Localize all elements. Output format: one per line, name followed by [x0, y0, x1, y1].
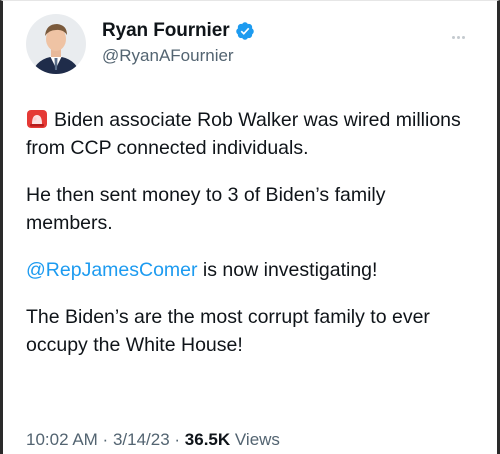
author-name[interactable]: Ryan Fournier [102, 20, 230, 42]
tweet-paragraph-1: Biden associate Rob Walker was wired mil… [26, 106, 466, 162]
meta-separator: · [169, 430, 185, 449]
meta-separator: · [97, 430, 113, 449]
views-count[interactable]: 36.5K [185, 430, 230, 449]
tweet-time[interactable]: 10:02 AM [26, 430, 98, 449]
tweet-line-2: He then sent money to 3 of Biden’s famil… [26, 184, 386, 234]
tweet-paragraph-2: He then sent money to 3 of Biden’s famil… [26, 181, 466, 237]
tweet-text: Biden associate Rob Walker was wired mil… [26, 106, 466, 378]
tweet-paragraph-4: The Biden’s are the most corrupt family … [26, 303, 466, 359]
tweet-meta: 10:02 AM · 3/14/23 · 36.5K Views [26, 430, 280, 450]
author-name-row[interactable]: Ryan Fournier [102, 19, 255, 43]
tweet-header: Ryan Fournier @RyanAFournier [26, 12, 476, 82]
tweet-line-4: The Biden’s are the most corrupt family … [26, 306, 430, 356]
tweet-line-3: is now investigating! [197, 259, 378, 281]
tweet-paragraph-3: @RepJamesComer is now investigating! [26, 256, 466, 284]
tweet-line-1: Biden associate Rob Walker was wired mil… [26, 109, 461, 159]
verified-badge-icon [235, 22, 254, 40]
more-options-icon[interactable] [452, 26, 472, 39]
tweet-date[interactable]: 3/14/23 [113, 430, 170, 449]
police-siren-emoji-icon [27, 110, 47, 128]
avatar[interactable] [26, 14, 86, 74]
mention-link[interactable]: @RepJamesComer [26, 259, 198, 281]
views-label: Views [230, 430, 280, 449]
author-handle[interactable]: @RyanAFournier [102, 46, 234, 66]
